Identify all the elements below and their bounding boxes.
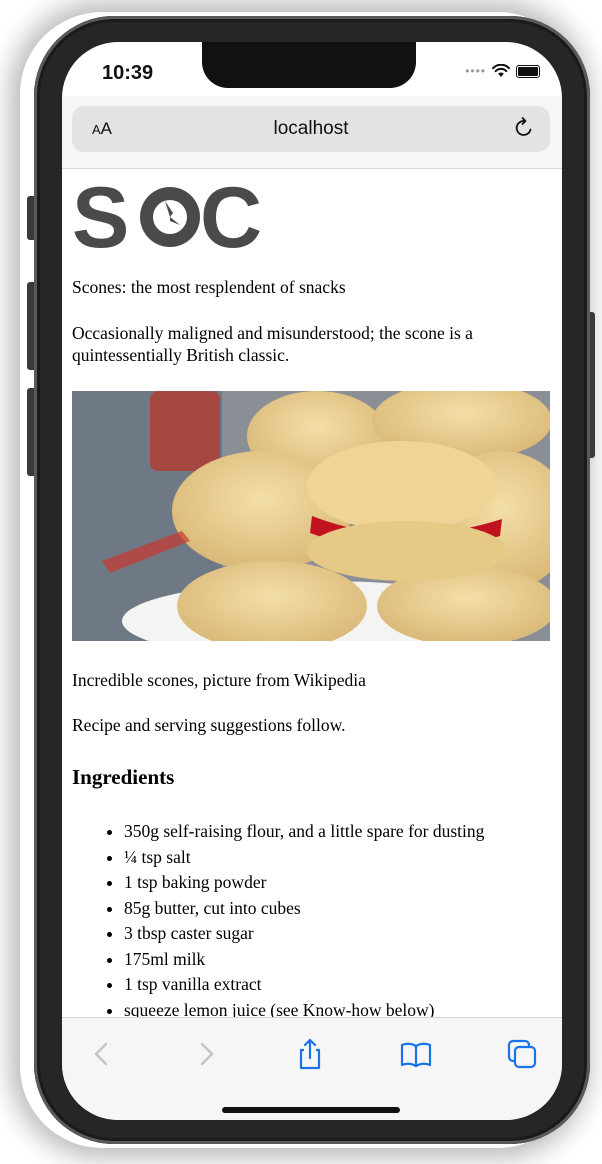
list-item: 1 tsp baking powder <box>124 870 484 896</box>
share-icon[interactable] <box>292 1036 328 1072</box>
back-icon[interactable] <box>84 1036 120 1072</box>
list-item: squeeze lemon juice (see Know-how below) <box>124 998 484 1018</box>
list-item: 350g self-raising flour, and a little sp… <box>124 819 484 845</box>
scones-illustration <box>72 391 550 641</box>
browser-toolbar <box>62 1017 562 1120</box>
status-icons: •••• <box>465 64 540 78</box>
battery-icon <box>516 64 540 78</box>
url-text[interactable]: localhost <box>72 118 550 140</box>
forward-icon[interactable] <box>188 1036 224 1072</box>
ingredients-list: 350g self-raising flour, and a little sp… <box>72 819 484 1017</box>
logo-letter-s: S <box>72 173 129 255</box>
notch <box>202 42 416 88</box>
list-item: ¼ tsp salt <box>124 845 484 871</box>
home-indicator[interactable] <box>222 1107 400 1113</box>
list-item: 175ml milk <box>124 947 484 973</box>
list-item: 85g butter, cut into cubes <box>124 896 484 922</box>
phone-screen: 10:39 •••• AA localhost S C Scones: the … <box>62 42 562 1120</box>
bookmarks-icon[interactable] <box>398 1036 434 1072</box>
status-time: 10:39 <box>102 62 154 84</box>
signal-icon: •••• <box>465 64 486 78</box>
reload-icon[interactable] <box>512 116 536 140</box>
intro-paragraph: Occasionally maligned and misunderstood;… <box>72 323 473 365</box>
tabs-icon[interactable] <box>504 1036 540 1072</box>
clock-o-icon <box>140 187 200 247</box>
page-content: S C Scones: the most resplendent of snac… <box>62 169 562 1017</box>
image-caption: Incredible scones, picture from Wikipedi… <box>72 670 366 690</box>
list-item: 1 tsp vanilla extract <box>124 972 484 998</box>
ingredients-heading: Ingredients <box>72 765 175 789</box>
site-logo: S C <box>72 173 262 255</box>
lead-paragraph: Recipe and serving suggestions follow. <box>72 715 346 735</box>
browser-address-area: AA localhost <box>62 96 562 169</box>
tagline: Scones: the most resplendent of snacks <box>72 277 346 297</box>
logo-letter-c: C <box>200 173 262 255</box>
address-bar[interactable]: AA localhost <box>72 106 550 152</box>
wifi-icon <box>492 64 510 77</box>
scones-photo <box>72 391 550 641</box>
list-item: 3 tbsp caster sugar <box>124 921 484 947</box>
